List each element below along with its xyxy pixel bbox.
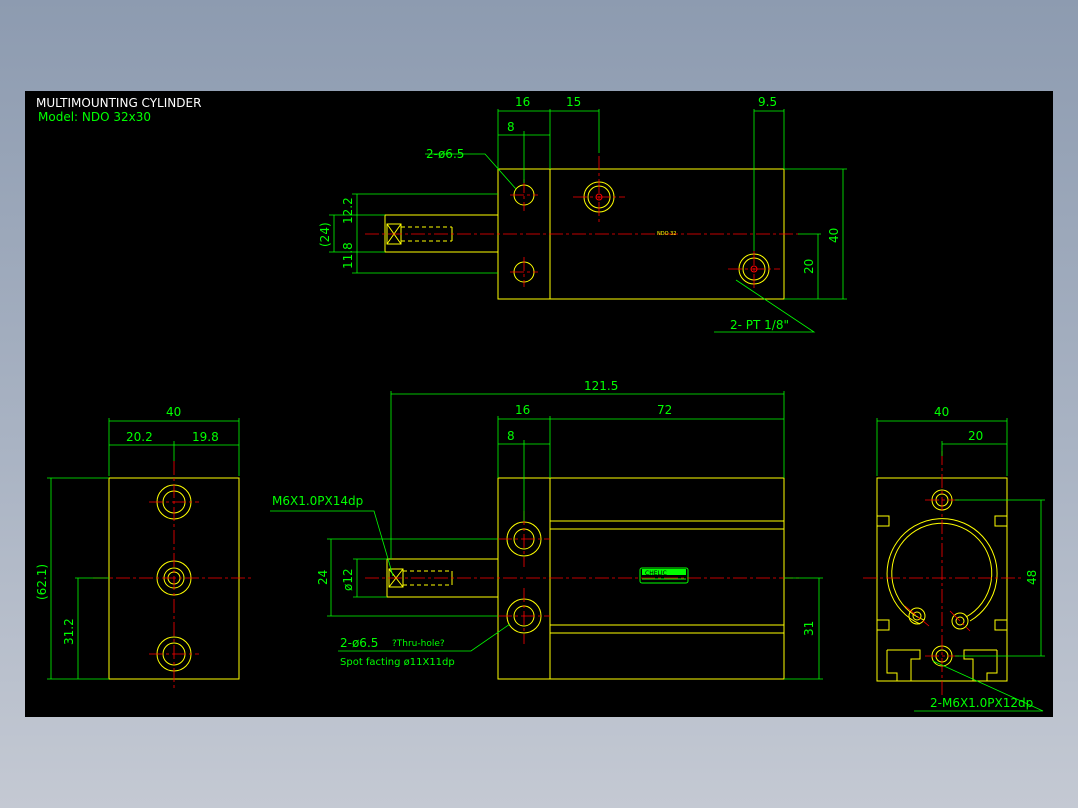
top-dim-8: 8 — [507, 120, 515, 134]
right-dim-40: 40 — [934, 405, 949, 419]
front-dim-overall: 121.5 — [584, 379, 618, 393]
top-dim-20: 20 — [802, 259, 816, 274]
front-thread-callout: M6X1.0PX14dp — [272, 494, 363, 508]
top-dim-11-8: 11.8 — [341, 242, 355, 269]
front-hole-callout: 2-ø6.5 — [340, 636, 378, 650]
top-dim-16: 16 — [515, 95, 530, 109]
left-dim-31-2: 31.2 — [62, 618, 76, 645]
left-dim-20-2: 20.2 — [126, 430, 153, 444]
right-dim-48: 48 — [1025, 570, 1039, 585]
left-dim-62-1: (62.1) — [35, 564, 49, 600]
right-dim-20: 20 — [968, 429, 983, 443]
cad-drawing: MULTIMOUNTING CYLINDER Model: NDO 32x30 — [25, 91, 1053, 717]
cad-viewport[interactable]: MULTIMOUNTING CYLINDER Model: NDO 32x30 — [25, 91, 1053, 717]
front-dim-31: 31 — [802, 621, 816, 636]
top-dim-40: 40 — [827, 228, 841, 243]
top-dim-15: 15 — [566, 95, 581, 109]
front-spot-facing-callout: Spot facting ø11X11dp — [340, 657, 455, 668]
right-thread-callout: 2-M6X1.0PX12dp — [930, 696, 1033, 710]
top-body-tag: NDO 32 — [657, 231, 676, 237]
drawing-model: Model: NDO 32x30 — [38, 110, 151, 124]
left-dim-40: 40 — [166, 405, 181, 419]
front-hole-note: ?Thru-hole? — [392, 639, 445, 649]
top-dim-24: (24) — [318, 222, 332, 247]
left-dim-19-8: 19.8 — [192, 430, 219, 444]
front-dim-16: 16 — [515, 403, 530, 417]
front-dim-8: 8 — [507, 429, 515, 443]
top-hole-callout: 2-ø6.5 — [426, 147, 464, 161]
front-dim-24: 24 — [316, 570, 330, 585]
front-dim-12: ø12 — [341, 568, 355, 591]
drawing-title: MULTIMOUNTING CYLINDER — [36, 96, 201, 110]
top-port-callout: 2- PT 1/8" — [730, 318, 789, 332]
top-dim-12-2: 12.2 — [341, 197, 355, 224]
front-nameplate-text: CHELIC — [645, 570, 667, 577]
front-dim-72: 72 — [657, 403, 672, 417]
top-dim-9-5: 9.5 — [758, 95, 777, 109]
